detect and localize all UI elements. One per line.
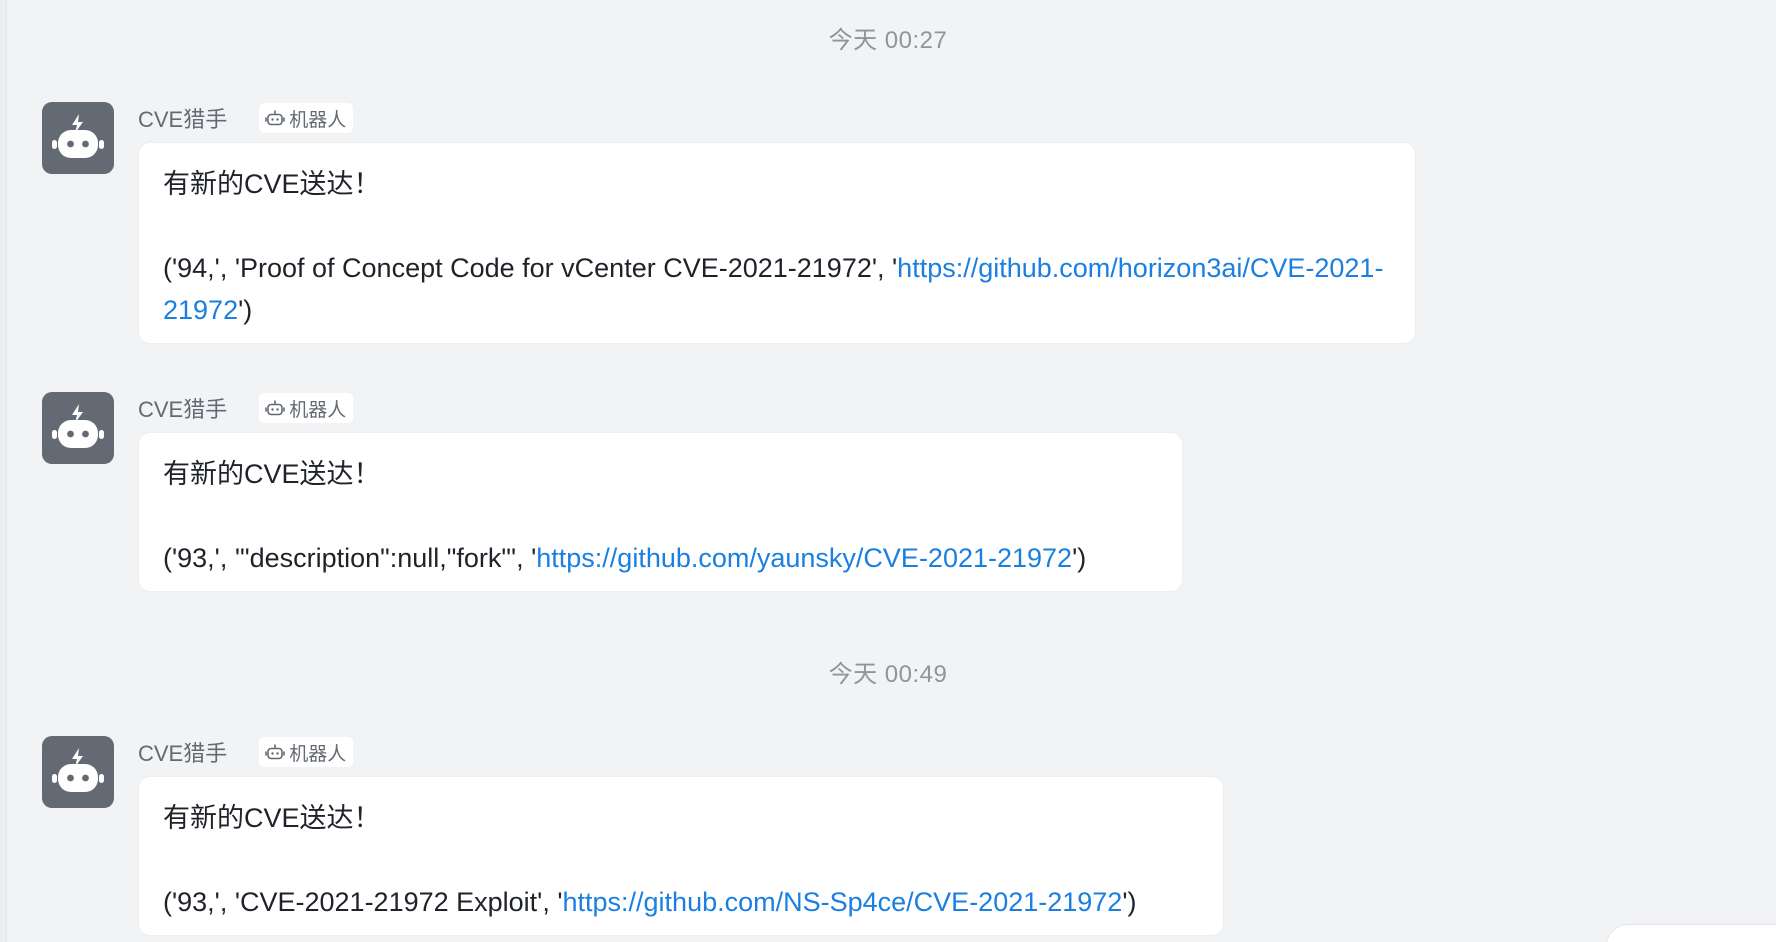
sender-name[interactable]: CVE猎手	[138, 392, 227, 424]
robot-icon	[52, 404, 104, 448]
sender-row: CVE猎手 机器人	[138, 392, 354, 424]
bot-avatar[interactable]	[42, 102, 114, 174]
bot-tag-label: 机器人	[289, 109, 347, 131]
message-prefix: ('93,', 'CVE-2021-21972 Exploit', '	[163, 887, 563, 917]
bot-tag: 机器人	[259, 103, 354, 133]
bot-tag-label: 机器人	[289, 743, 347, 765]
message-prefix: ('93,', '"description":null,"fork"', '	[163, 543, 537, 573]
bot-avatar[interactable]	[42, 392, 114, 464]
message-body: ('93,', 'CVE-2021-21972 Exploit', 'https…	[163, 881, 1199, 923]
message-bubble[interactable]: 有新的CVE送达！ ('93,', 'CVE-2021-21972 Exploi…	[138, 776, 1224, 936]
cve-link[interactable]: https://github.com/yaunsky/CVE-2021-2197…	[536, 543, 1072, 573]
message-suffix: ')	[238, 295, 253, 325]
robot-icon	[265, 400, 286, 416]
sender-name[interactable]: CVE猎手	[138, 736, 227, 768]
message-prefix: ('94,', 'Proof of Concept Code for vCent…	[163, 253, 898, 283]
message-headline: 有新的CVE送达！	[163, 459, 381, 489]
cve-link[interactable]: https://github.com/NS-Sp4ce/CVE-2021-219…	[563, 887, 1123, 917]
sender-row: CVE猎手 机器人	[138, 736, 354, 768]
bot-avatar[interactable]	[42, 736, 114, 808]
bot-tag: 机器人	[259, 393, 354, 423]
time-divider: 今天 00:49	[828, 661, 948, 688]
sender-row: CVE猎手 机器人	[138, 102, 354, 134]
left-panel-edge	[0, 0, 7, 942]
message-bubble[interactable]: 有新的CVE送达！ ('94,', 'Proof of Concept Code…	[138, 142, 1416, 344]
sender-name[interactable]: CVE猎手	[138, 102, 227, 134]
robot-icon	[265, 744, 286, 760]
time-divider: 今天 00:27	[828, 27, 948, 54]
message-bubble[interactable]: 有新的CVE送达！ ('93,', '"description":null,"f…	[138, 432, 1183, 592]
message-suffix: ')	[1072, 543, 1087, 573]
message-suffix: ')	[1122, 887, 1137, 917]
message-headline: 有新的CVE送达！	[163, 169, 381, 199]
message-body: ('93,', '"description":null,"fork"', 'ht…	[163, 537, 1158, 579]
robot-icon	[265, 110, 286, 126]
message-body: ('94,', 'Proof of Concept Code for vCent…	[163, 247, 1391, 331]
bot-tag-label: 机器人	[289, 399, 347, 421]
chat-panel[interactable]: 今天 00:27 CVE猎手 机器人 有新的CVE送达！ ('94,', 'Pr…	[0, 0, 1776, 942]
robot-icon	[52, 748, 104, 792]
message-headline: 有新的CVE送达！	[163, 803, 381, 833]
scroll-to-bottom-button[interactable]	[1606, 924, 1776, 942]
robot-icon	[52, 114, 104, 158]
bot-tag: 机器人	[259, 737, 354, 767]
